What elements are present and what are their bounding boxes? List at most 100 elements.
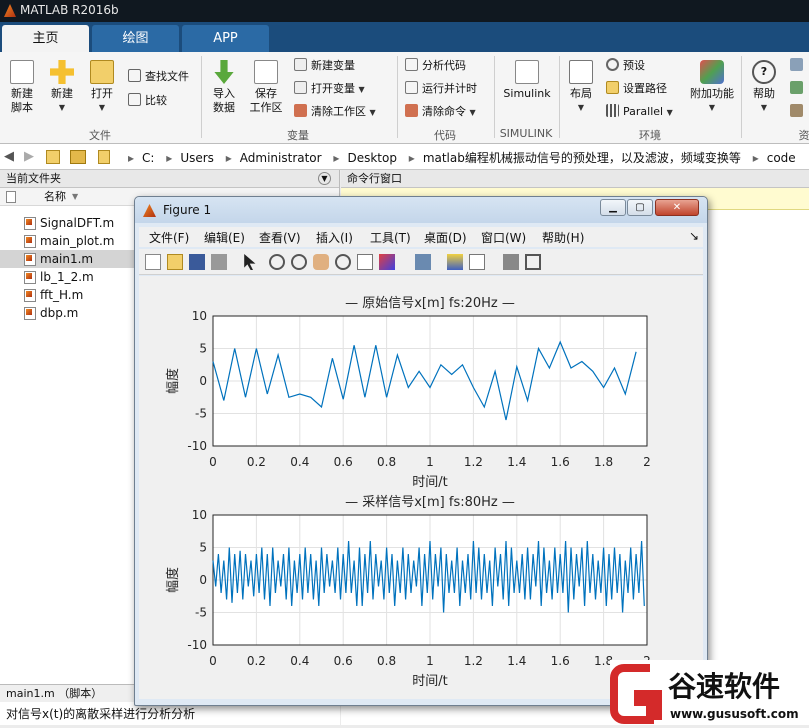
support-button[interactable] <box>790 80 807 98</box>
zoom-in-icon[interactable] <box>269 254 285 270</box>
run-and-time-icon <box>405 81 418 94</box>
menu-file[interactable]: 文件(F) <box>149 229 189 246</box>
colorbar-icon[interactable] <box>447 254 463 270</box>
pointer-icon[interactable] <box>244 254 256 270</box>
parallel-button[interactable]: Parallel ▼ <box>606 103 673 121</box>
maximize-button[interactable]: ▢ <box>627 199 653 216</box>
addons-button[interactable]: 附加功能 ▼ <box>688 56 736 115</box>
breadcrumb-item[interactable]: C: <box>142 151 154 165</box>
learn-icon <box>790 104 803 117</box>
close-button[interactable]: ✕ <box>655 199 699 216</box>
m-file-icon <box>24 235 36 248</box>
x-tick-label: 1.2 <box>464 455 483 469</box>
menu-insert[interactable]: 插入(I) <box>316 229 353 246</box>
community-button[interactable] <box>790 57 807 75</box>
chevron-down-icon: ▼ <box>760 103 768 112</box>
breadcrumb-item[interactable]: code <box>767 151 796 165</box>
preferences-label: 预设 <box>623 59 645 72</box>
x-tick-label: 1.8 <box>594 455 613 469</box>
section-environment-label: 环境 <box>639 129 661 142</box>
y-tick-label: 5 <box>199 541 207 555</box>
plots-svg: 0 0.2 0.4 0.6 0.8 1 1.2 1.4 1.6 1.8 21050-5-10— 原始… <box>165 296 651 689</box>
zoom-out-icon[interactable] <box>291 254 307 270</box>
new-variable-button[interactable]: 新建变量 <box>294 57 355 75</box>
tab-apps[interactable]: APP <box>182 25 269 52</box>
figure-titlebar[interactable]: Figure 1 ▁ ▢ ✕ <box>135 197 707 223</box>
clear-workspace-button[interactable]: 清除工作区 ▼ <box>294 103 376 121</box>
print-icon[interactable] <box>211 254 227 270</box>
watermark: 谷速软件 www.gususoft.com <box>610 660 809 725</box>
show-plot-tools-icon[interactable] <box>525 254 541 270</box>
layout-button[interactable]: 布局 ▼ <box>564 56 598 115</box>
compare-button[interactable]: 比较 <box>128 92 167 110</box>
back-arrow-icon[interactable]: ◀ <box>4 149 14 164</box>
data-cursor-icon[interactable] <box>357 254 373 270</box>
menu-view[interactable]: 查看(V) <box>259 229 301 246</box>
run-and-time-button[interactable]: 运行并计时 <box>405 80 477 98</box>
addons-label: 附加功能 <box>690 87 734 100</box>
new-figure-icon[interactable] <box>145 254 161 270</box>
breadcrumb-item[interactable]: matlab编程机械振动信号的预处理，以及滤波，频域变换等 <box>423 151 741 165</box>
help-button[interactable]: ? 帮助 ▼ <box>748 56 780 115</box>
chart-title: — 采样信号x[m] fs:80Hz — <box>345 495 515 510</box>
tab-home[interactable]: 主页 <box>2 25 89 52</box>
open-file-icon[interactable] <box>167 254 183 270</box>
figure-canvas[interactable]: 0 0.2 0.4 0.6 0.8 1 1.2 1.4 1.6 1.8 2 10 5 0 -5 -10— 原始… <box>139 276 703 699</box>
preferences-button[interactable]: 预设 <box>606 57 645 75</box>
x-tick-label: 0.2 <box>247 654 266 668</box>
new-button[interactable]: 新建 ▼ <box>44 56 80 115</box>
x-tick-label: 1.6 <box>551 455 570 469</box>
run-and-time-label: 运行并计时 <box>422 82 477 95</box>
save-workspace-button[interactable]: 保存 工作区 <box>246 56 286 115</box>
set-path-button[interactable]: 设置路径 <box>606 80 667 98</box>
x-tick-label: 0.6 <box>334 455 353 469</box>
clear-commands-button[interactable]: 清除命令 ▼ <box>405 103 476 121</box>
menu-tools[interactable]: 工具(T) <box>370 229 411 246</box>
simulink-button[interactable]: Simulink <box>500 56 554 101</box>
breadcrumb-item[interactable]: Desktop <box>347 151 397 165</box>
folder-icon <box>98 150 110 164</box>
file-name: fft_H.m <box>40 288 84 302</box>
save-icon[interactable] <box>189 254 205 270</box>
menu-desktop[interactable]: 桌面(D) <box>424 229 467 246</box>
figure-window[interactable]: Figure 1 ▁ ▢ ✕ 文件(F) 编辑(E) 查看(V) 插入(I) 工… <box>134 196 708 706</box>
open-variable-button[interactable]: 打开变量 ▼ <box>294 80 365 98</box>
x-tick-label: 0.8 <box>377 654 396 668</box>
brush-icon[interactable] <box>379 254 395 270</box>
addons-cubes-icon <box>700 60 724 84</box>
rotate-3d-icon[interactable] <box>335 254 351 270</box>
file-description: 对信号x(t)的离散采样进行分析分析 <box>0 704 340 725</box>
chevron-down-icon: ▼ <box>708 103 716 112</box>
compare-icon <box>128 93 141 106</box>
find-files-button[interactable]: 查找文件 <box>128 68 189 86</box>
analyze-code-button[interactable]: 分析代码 <box>405 57 466 75</box>
forward-arrow-icon[interactable]: ▶ <box>24 149 34 164</box>
dock-arrow-icon[interactable]: ↘ <box>689 229 699 243</box>
learn-button[interactable] <box>790 103 807 121</box>
open-button[interactable]: 打开 ▼ <box>84 56 120 115</box>
breadcrumb-item[interactable]: Users <box>180 151 214 165</box>
minimize-button[interactable]: ▁ <box>600 199 626 216</box>
tab-plots[interactable]: 绘图 <box>92 25 179 52</box>
hide-plot-tools-icon[interactable] <box>503 254 519 270</box>
divider <box>201 56 202 138</box>
menu-window[interactable]: 窗口(W) <box>481 229 526 246</box>
file-type-icon <box>6 191 16 203</box>
breadcrumb-item[interactable]: Administrator <box>240 151 322 165</box>
menu-help[interactable]: 帮助(H) <box>542 229 584 246</box>
link-plot-icon[interactable] <box>415 254 431 270</box>
section-variable-label: 变量 <box>287 129 309 142</box>
address-bar: ◀ ▶ ▸ C: ▸ Users ▸ Administrator ▸ Desktop ▸… <box>0 144 809 170</box>
legend-icon[interactable] <box>469 254 485 270</box>
y-tick-label: -5 <box>195 606 207 620</box>
pan-hand-icon[interactable] <box>313 254 329 270</box>
y-tick-label: 0 <box>199 374 207 388</box>
menu-edit[interactable]: 编辑(E) <box>204 229 245 246</box>
import-data-button[interactable]: 导入 数据 <box>206 56 242 115</box>
analyze-code-icon <box>405 58 418 71</box>
sort-arrow-icon: ▼ <box>72 192 79 201</box>
browse-folder-icon[interactable] <box>70 150 86 164</box>
new-script-button[interactable]: 新建 脚本 <box>4 56 40 115</box>
up-folder-icon[interactable] <box>46 150 60 164</box>
panel-menu-icon[interactable]: ▼ <box>318 172 331 185</box>
